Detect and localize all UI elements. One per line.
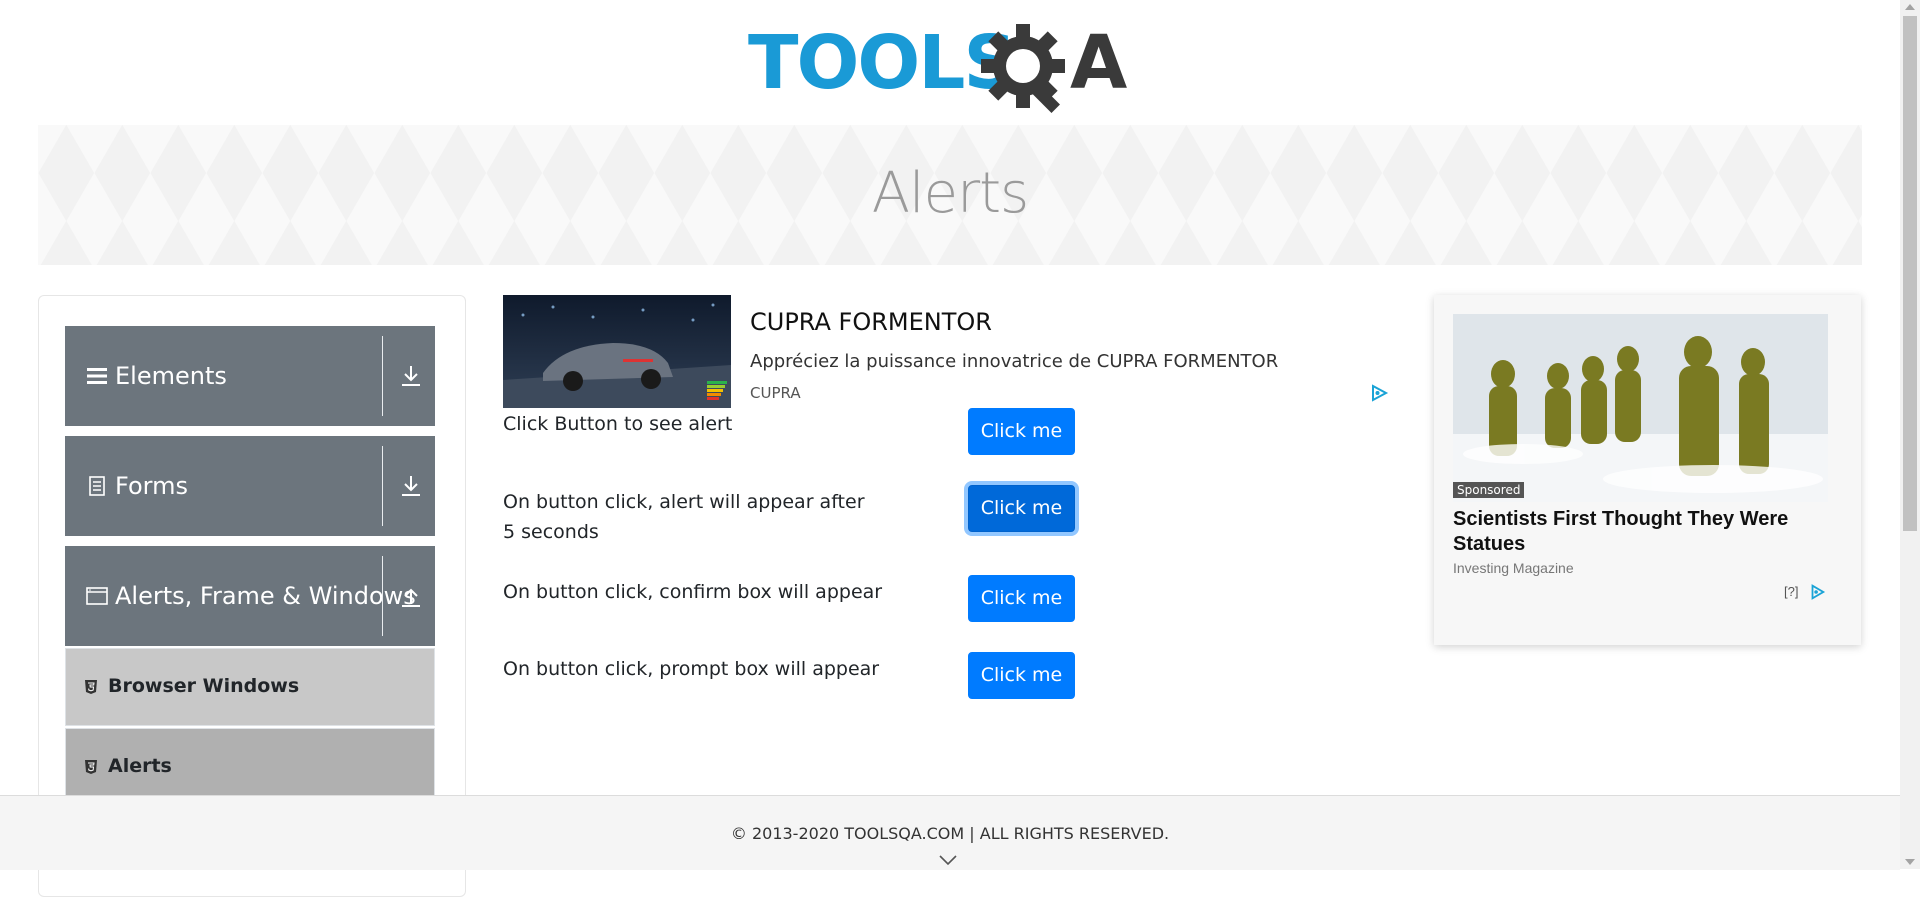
scrollbar-thumb[interactable] — [1903, 16, 1917, 531]
footer-copyright: © 2013-2020 TOOLSQA.COM | ALL RIGHTS RES… — [730, 824, 1170, 843]
statues-image — [1453, 314, 1828, 502]
sponsored-badge: Sponsored — [1453, 482, 1525, 498]
sidebar-group-alerts-frame-windows[interactable]: Alerts, Frame & Windows — [65, 546, 435, 646]
prompt-button[interactable]: Click me — [968, 652, 1075, 699]
footer: © 2013-2020 TOOLSQA.COM | ALL RIGHTS RES… — [0, 795, 1900, 870]
ad-description[interactable]: Appréciez la puissance innovatrice de CU… — [750, 351, 1278, 372]
logo-tools-text: TOOLS — [748, 20, 1015, 106]
timer-alert-button[interactable]: Click me — [968, 485, 1075, 532]
sidebar-item-browser-windows[interactable]: Browser Windows — [65, 648, 435, 726]
ad-info-link[interactable]: [?] — [1784, 584, 1798, 599]
adchoices-icon[interactable] — [1808, 583, 1826, 601]
sponsored-ad[interactable]: Sponsored Scientists First Thought They … — [1434, 295, 1861, 645]
html5-icon — [85, 680, 97, 694]
sidebar-group-label: Elements — [115, 362, 227, 390]
adchoices-icon[interactable] — [1369, 383, 1389, 403]
sidebar-group-forms[interactable]: Forms — [65, 436, 435, 536]
ad-car-image[interactable] — [503, 295, 731, 408]
ad-title[interactable]: CUPRA FORMENTOR — [750, 308, 992, 336]
chevron-down-icon[interactable] — [938, 854, 958, 866]
scroll-up-arrow[interactable] — [1905, 4, 1915, 10]
divider — [382, 556, 383, 636]
page-title: Alerts — [871, 161, 1029, 226]
page-banner: Alerts — [38, 125, 1862, 265]
ad-image[interactable] — [1453, 314, 1828, 502]
sidebar-item-label: Browser Windows — [108, 675, 300, 697]
download-arrow-icon — [402, 476, 420, 496]
sidebar-item-label: Alerts — [108, 755, 172, 777]
sidebar-group-label: Forms — [115, 472, 188, 500]
sidebar-group-elements[interactable]: Elements — [65, 326, 435, 426]
row-label: On button click, prompt box will appear — [503, 658, 880, 680]
document-icon — [89, 476, 105, 496]
ad-brand[interactable]: CUPRA — [750, 384, 801, 402]
download-arrow-icon — [402, 366, 420, 386]
alert-button[interactable]: Click me — [968, 408, 1075, 455]
divider — [382, 446, 383, 526]
confirm-button[interactable]: Click me — [968, 575, 1075, 622]
window-icon — [86, 587, 108, 605]
row-label: On button click, confirm box will appear — [503, 581, 883, 603]
hamburger-icon — [87, 368, 107, 384]
ad-headline[interactable]: Scientists First Thought They Were Statu… — [1453, 507, 1843, 557]
sidebar-group-label: Alerts, Frame & Windows — [115, 582, 416, 610]
logo-a-text: A — [1070, 20, 1127, 106]
ad-source[interactable]: Investing Magazine — [1453, 560, 1574, 576]
logo-graphic: TOOLS A — [748, 20, 1127, 113]
vertical-scrollbar[interactable] — [1900, 0, 1920, 869]
divider — [382, 336, 383, 416]
scroll-down-arrow[interactable] — [1905, 859, 1915, 865]
toolsqa-logo[interactable]: TOOLS A — [748, 18, 1154, 114]
car-image — [503, 295, 731, 408]
html5-icon — [85, 760, 97, 774]
row-label: On button click, alert will appear after… — [503, 491, 865, 543]
upload-arrow-icon — [402, 588, 420, 607]
row-label: Click Button to see alert — [503, 413, 733, 435]
